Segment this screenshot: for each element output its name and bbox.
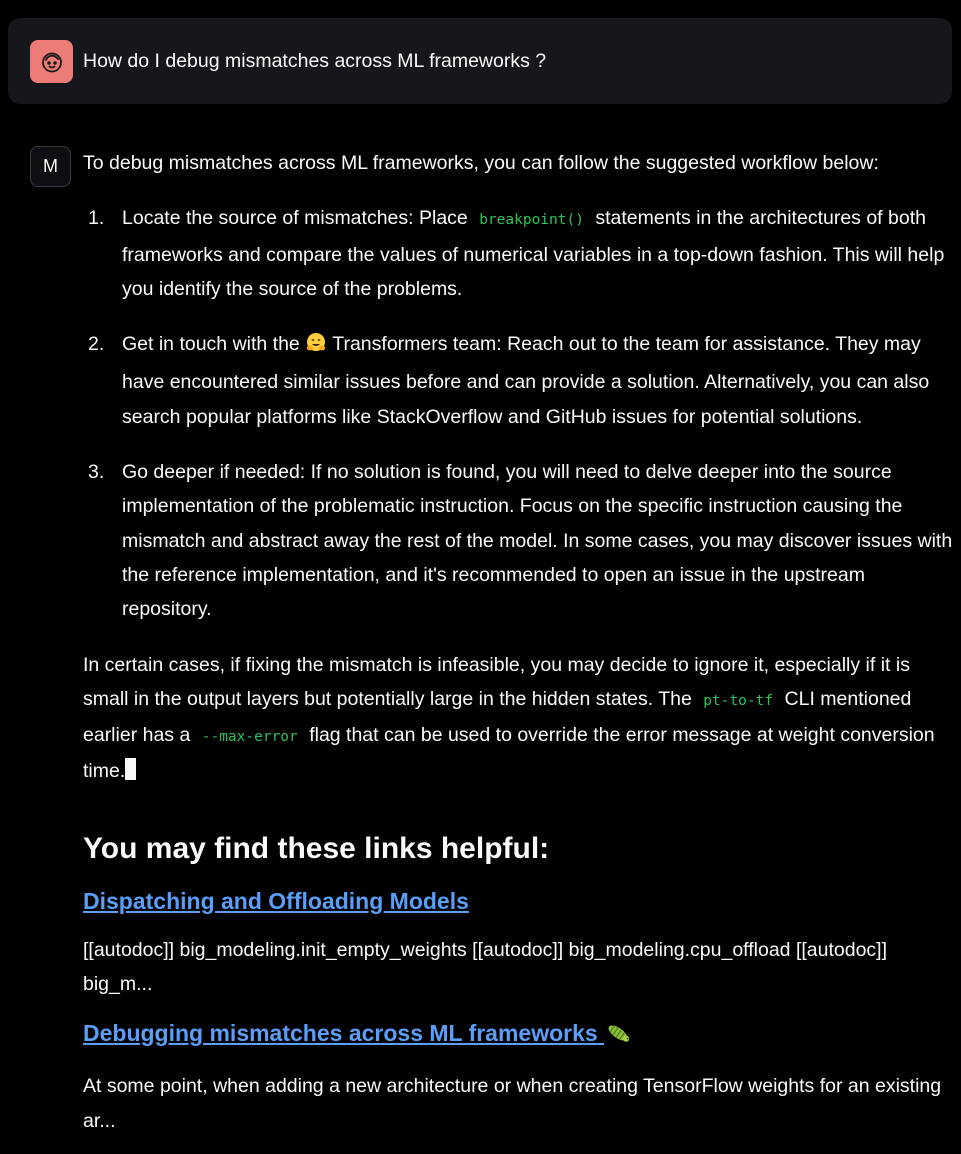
step-text: Get in touch with the [122,333,300,356]
link-snippet: At some point, when adding a new archite… [83,1075,942,1132]
assistant-message: To debug mismatches across ML frameworks… [83,146,953,1138]
list-number: 1. [88,207,105,230]
typing-cursor [125,758,137,781]
step-text: Locate the source of mismatches: Place [122,207,468,230]
assistant-avatar: M [30,146,71,187]
link-title-text: Debugging mismatches across ML framework… [83,1020,598,1047]
link-snippet: [[autodoc]] big_modeling.init_empty_weig… [83,938,888,996]
steps-list: 1. Locate the source of mismatches: Plac… [83,201,953,626]
link-debugging-mismatches[interactable]: Debugging mismatches across ML framework… [83,1018,953,1052]
user-question: How do I debug mismatches across ML fram… [83,50,547,72]
list-item: 2. Get in touch with the Transformers te… [83,327,953,434]
inline-code: pt-to-tf [703,692,774,709]
list-item: 1. Locate the source of mismatches: Plac… [83,201,953,306]
hugging-face-emoji-icon [305,331,327,365]
list-number: 2. [88,333,105,356]
answer-closing: In certain cases, if fixing the mismatch… [83,648,953,789]
face-icon [41,52,62,72]
user-message: How do I debug mismatches across ML fram… [8,18,952,104]
link-dispatching-offloading[interactable]: Dispatching and Offloading Models [83,886,953,916]
list-number: 3. [88,461,105,484]
bug-emoji-icon [604,1021,632,1052]
step-text: Go deeper if needed: If no solution is f… [122,461,953,621]
list-item: 3. Go deeper if needed: If no solution i… [83,455,953,626]
inline-code: breakpoint() [479,212,584,229]
links-heading: You may find these links helpful: [83,831,550,865]
answer-intro: To debug mismatches across ML frameworks… [83,152,879,174]
user-avatar [30,40,73,83]
inline-code: --max-error [201,729,298,746]
link-title-text: Dispatching and Offloading Models [83,887,469,914]
